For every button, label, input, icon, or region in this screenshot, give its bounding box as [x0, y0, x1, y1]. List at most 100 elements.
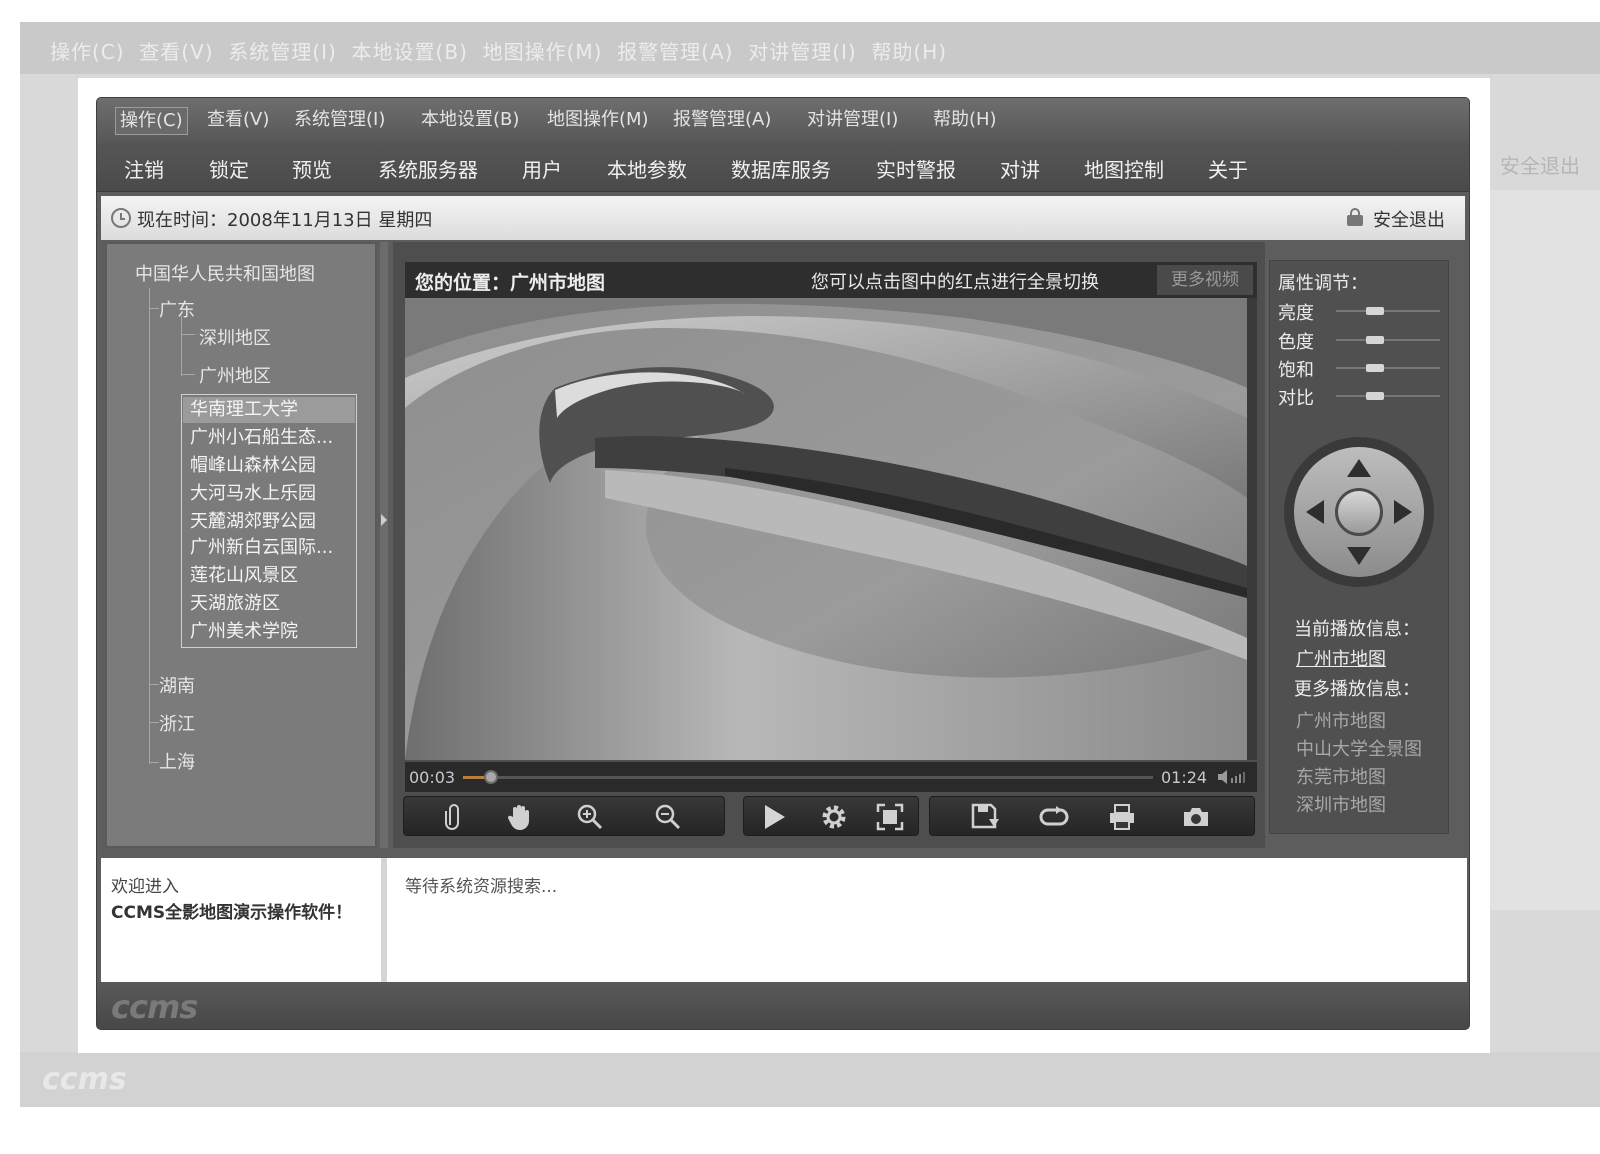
tree-leaf[interactable]: 莲花山风景区	[190, 563, 354, 589]
toolbar-user[interactable]: 用户	[522, 154, 562, 183]
more-videos-button[interactable]: 更多视频	[1157, 265, 1253, 295]
tree-leaf[interactable]: 天麓湖郊野公园	[190, 509, 354, 535]
tree-leaf[interactable]: 广州小石船生态...	[190, 425, 354, 451]
slider-track[interactable]	[1336, 307, 1440, 315]
tree-connector	[149, 308, 159, 309]
current-location: 您的位置：广州市地图	[415, 272, 606, 294]
volume-icon[interactable]	[1217, 769, 1251, 785]
current-time: 现在时间：2008年11月13日 星期四	[137, 210, 433, 231]
progress-track[interactable]	[463, 770, 1153, 784]
toolbar-realtime-alarm[interactable]: 实时警报	[876, 154, 956, 183]
tree-leaf[interactable]: 大河马水上乐园	[190, 481, 354, 507]
abstract-swirl-image	[405, 298, 1247, 760]
slider-track[interactable]	[1336, 336, 1440, 344]
panorama-hint: 您可以点击图中的红点进行全景切换	[811, 272, 1099, 293]
menu-view[interactable]: 查看(V)	[203, 107, 273, 135]
map-tree-panel: 中国华人民共和国地图 广东 深圳地区 广州地区 华南理工大学 广州小石船生态..…	[105, 242, 377, 848]
tree-region-shenzhen[interactable]: 深圳地区	[199, 324, 271, 350]
lock-icon[interactable]	[1347, 208, 1363, 226]
menu-help[interactable]: 帮助(H)	[929, 107, 1001, 135]
slider-label: 亮度	[1278, 303, 1314, 324]
arrow-right-icon[interactable]	[1394, 500, 1412, 524]
toolbar-lock[interactable]: 锁定	[209, 154, 249, 183]
more-playing-item[interactable]: 东莞市地图	[1296, 763, 1386, 789]
loop-icon[interactable]	[1038, 801, 1070, 833]
tree-connector	[181, 334, 195, 335]
tree-province-shanghai[interactable]: 上海	[159, 748, 195, 774]
tree-province-zhejiang[interactable]: 浙江	[159, 710, 195, 736]
more-playing-item[interactable]: 深圳市地图	[1296, 791, 1386, 817]
more-playing-item[interactable]: 中山大学全景图	[1296, 735, 1422, 761]
current-playing-label: 当前播放信息：	[1294, 619, 1420, 640]
center-button[interactable]	[1335, 488, 1383, 536]
slider-thumb[interactable]	[1366, 307, 1385, 315]
panorama-video[interactable]	[405, 298, 1247, 760]
toolbar-preview[interactable]: 预览	[292, 154, 332, 183]
toolbar-system-server[interactable]: 系统服务器	[378, 154, 478, 183]
tree-province-hunan[interactable]: 湖南	[159, 672, 195, 698]
gear-icon[interactable]	[818, 801, 850, 833]
status-bar: 现在时间：2008年11月13日 星期四 安全退出	[101, 196, 1465, 240]
panel-splitter[interactable]	[380, 242, 388, 848]
paperclip-icon[interactable]	[438, 801, 470, 833]
collapse-arrow-icon[interactable]	[381, 514, 387, 526]
tree-leaf[interactable]: 广州美术学院	[190, 619, 354, 645]
tool-group-playback	[743, 796, 919, 836]
slider-track[interactable]	[1336, 364, 1440, 372]
toolbar: 注销 锁定 预览 系统服务器 用户 本地参数 数据库服务 实时警报 对讲 地图控…	[97, 142, 1469, 192]
tree-region-guangzhou[interactable]: 广州地区	[199, 362, 271, 388]
camera-icon[interactable]	[1180, 801, 1212, 833]
play-icon[interactable]	[758, 801, 790, 833]
toolbar-intercom[interactable]: 对讲	[1000, 154, 1040, 183]
fullscreen-icon[interactable]	[874, 801, 906, 833]
current-playing-link[interactable]: 广州市地图	[1296, 645, 1386, 671]
toolbar-about[interactable]: 关于	[1208, 154, 1248, 183]
more-playing-label: 更多播放信息：	[1294, 679, 1420, 700]
brightness-slider: 亮度	[1278, 299, 1446, 324]
tree-province-guangdong[interactable]: 广东	[159, 296, 195, 322]
video-scrollbar[interactable]	[1247, 298, 1257, 760]
slider-thumb[interactable]	[1366, 392, 1385, 400]
toolbar-logout[interactable]: 注销	[124, 154, 164, 183]
tree-leaf[interactable]: 帽峰山森林公园	[190, 453, 354, 479]
slider-thumb[interactable]	[1366, 336, 1385, 344]
menu-intercom-manage[interactable]: 对讲管理(I)	[803, 107, 902, 135]
menu-local-settings[interactable]: 本地设置(B)	[417, 107, 523, 135]
tree-leaf[interactable]: 天湖旅游区	[190, 591, 354, 617]
toolbar-database-service[interactable]: 数据库服务	[731, 154, 831, 183]
search-status-text: 等待系统资源搜索...	[405, 877, 558, 897]
arrow-left-icon[interactable]	[1306, 500, 1324, 524]
background-footer	[20, 1052, 1600, 1107]
safe-logout-button[interactable]: 安全退出	[1373, 206, 1445, 232]
save-icon[interactable]	[970, 801, 1002, 833]
slider-track[interactable]	[1336, 392, 1440, 400]
menu-map-operate[interactable]: 地图操作(M)	[543, 107, 653, 135]
toolbar-local-params[interactable]: 本地参数	[607, 154, 687, 183]
tree-leaf[interactable]: 广州新白云国际...	[190, 535, 354, 561]
menu-alarm-manage[interactable]: 报警管理(A)	[669, 107, 775, 135]
print-icon[interactable]	[1106, 801, 1138, 833]
arrow-up-icon[interactable]	[1347, 459, 1371, 477]
zoom-in-icon[interactable]	[574, 801, 606, 833]
slider-thumb[interactable]	[1366, 364, 1385, 372]
zoom-out-icon[interactable]	[652, 801, 684, 833]
video-header: 您的位置：广州市地图 您可以点击图中的红点进行全景切换 更多视频	[405, 262, 1257, 298]
message-divider	[381, 858, 387, 982]
welcome-text: 欢迎进入	[111, 877, 179, 897]
menu-operate[interactable]: 操作(C)	[115, 107, 188, 135]
progress-knob[interactable]	[483, 770, 498, 784]
contrast-slider: 对比	[1278, 384, 1446, 409]
message-area: 欢迎进入 CCMS全影地图演示操作软件！ 等待系统资源搜索...	[101, 858, 1467, 982]
tool-group-file	[929, 796, 1255, 836]
background-logout-ghost: 安全退出	[1500, 154, 1580, 178]
more-playing-item[interactable]: 广州市地图	[1296, 707, 1386, 733]
tree-leaf-selected[interactable]: 华南理工大学	[183, 397, 355, 423]
slider-label: 饱和	[1278, 360, 1314, 381]
tree-connector	[149, 762, 159, 763]
hand-pan-icon[interactable]	[504, 801, 536, 833]
toolbar-map-control[interactable]: 地图控制	[1084, 154, 1164, 183]
menu-system-manage[interactable]: 系统管理(I)	[290, 107, 389, 135]
elapsed-time: 00:03	[409, 768, 456, 787]
tree-root[interactable]: 中国华人民共和国地图	[135, 260, 315, 286]
arrow-down-icon[interactable]	[1347, 547, 1371, 565]
